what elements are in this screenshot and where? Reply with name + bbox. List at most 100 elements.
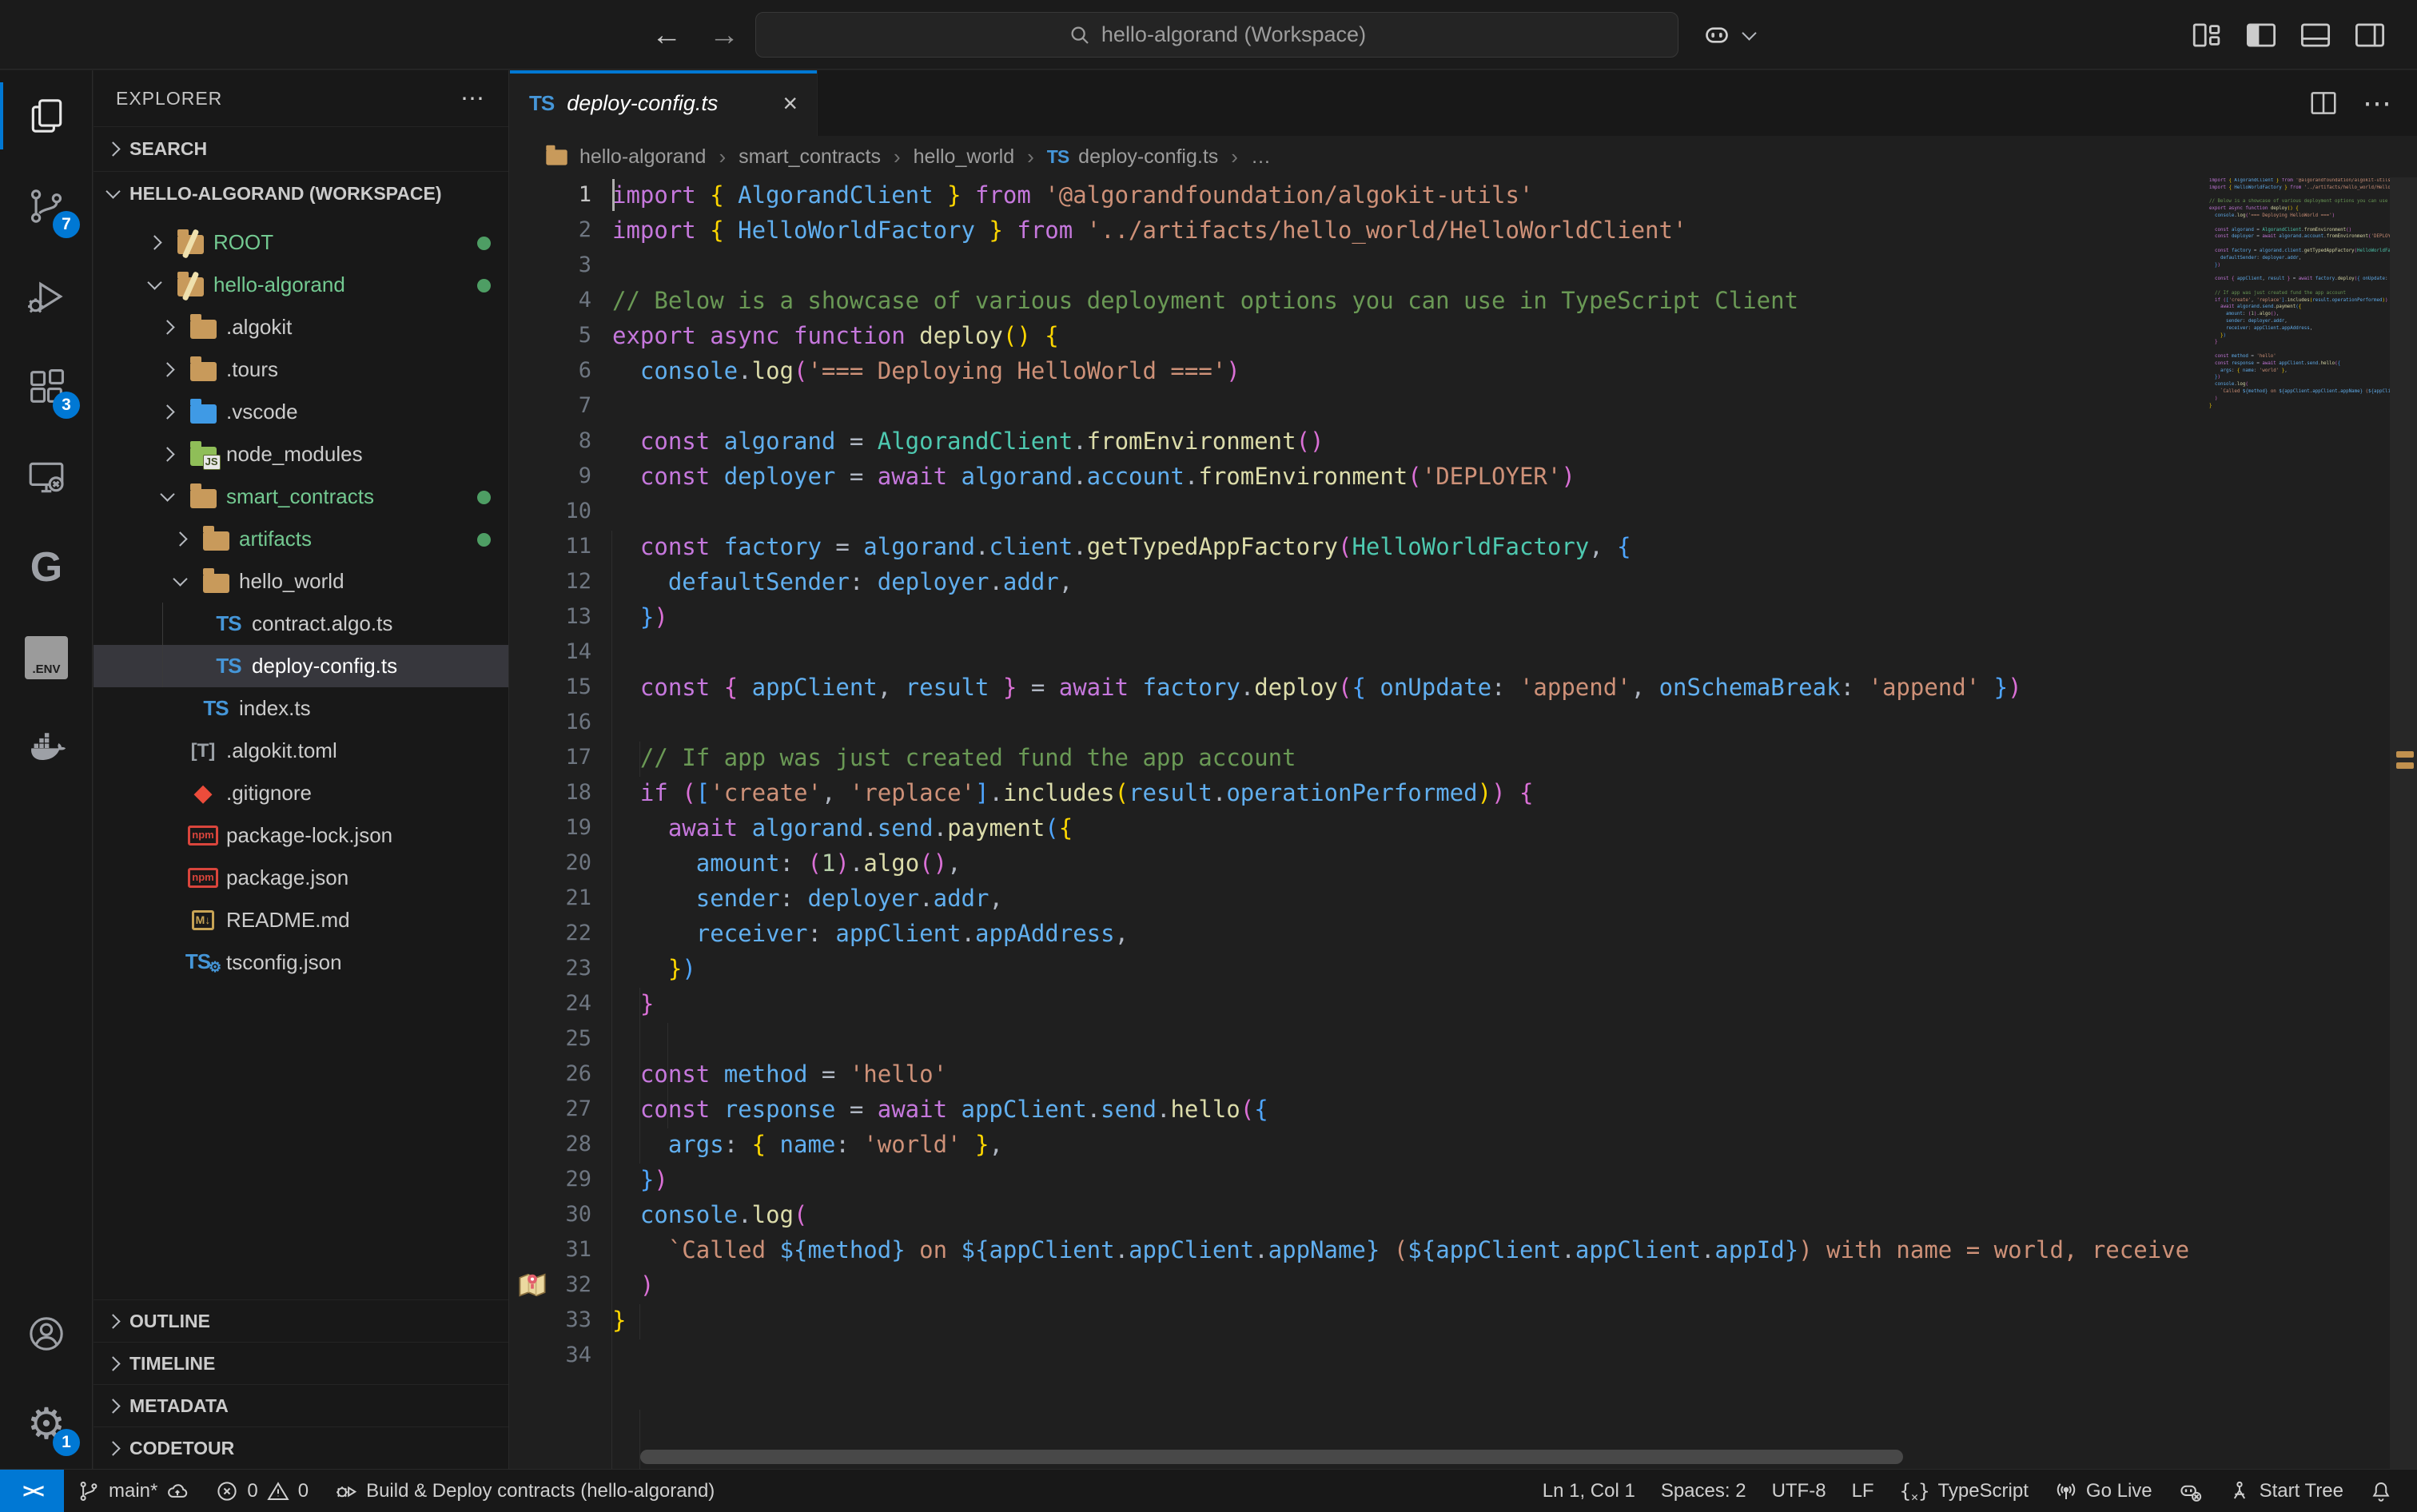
code-line-9: const deployer = await algorand.account.… [2209,233,2390,241]
vertical-scrollbar[interactable] [2390,177,2417,1469]
split-editor-icon[interactable] [2308,88,2339,118]
forward-button[interactable]: → [709,20,739,50]
tab-deploy-config[interactable]: TS deploy-config.ts × [510,70,818,136]
breadcrumb-item[interactable]: smart_contracts [739,145,881,169]
tree-item-hello-algorand[interactable]: hello-algorand [94,264,508,306]
activity-settings[interactable]: ⚙1 [0,1379,93,1469]
code-line-16 [2209,283,2390,290]
section-outline[interactable]: OUTLINE [94,1299,508,1342]
section-timeline[interactable]: TIMELINE [94,1342,508,1384]
status-remote[interactable]: >< [0,1470,64,1512]
code-line-7 [612,388,2210,424]
toml-file-icon: [T] [191,740,216,762]
status-eol[interactable]: LF [1839,1470,1887,1512]
tree-item-node_modules[interactable]: JSnode_modules [94,433,508,475]
status-branch[interactable]: main* [64,1470,202,1512]
code-area[interactable]: 1234567891011121314151617181920212223242… [510,177,2417,1469]
activity-docker[interactable] [0,702,93,793]
status-notifications[interactable] [2356,1470,2406,1512]
tree-item-ROOT[interactable]: ROOT [94,221,508,264]
tree-item-tsconfig.json[interactable]: TS⚙tsconfig.json [94,941,508,984]
activity-dotenv[interactable]: .ENV [0,612,93,702]
breadcrumb-item[interactable]: TSdeploy-config.ts [1047,145,1219,169]
status-cursor-position[interactable]: Ln 1, Col 1 [1530,1470,1648,1512]
folder-icon [203,574,229,593]
tree-item-artifacts[interactable]: artifacts [94,518,508,560]
activity-source-control[interactable]: 7 [0,161,93,251]
code-line-21: sender: deployer.addr, [2209,318,2390,325]
toggle-panel-icon[interactable] [2299,18,2332,52]
tree-item-package-lock.json[interactable]: npmpackage-lock.json [94,814,508,857]
root-folder-icon [177,277,204,296]
section-search[interactable]: SEARCH [94,126,508,172]
copilot-menu-button[interactable] [1701,14,1754,56]
status-start-tree[interactable]: Start Tree [2215,1470,2356,1512]
status-go-live[interactable]: Go Live [2041,1470,2165,1512]
section-metadata[interactable]: METADATA [94,1384,508,1426]
tree-item-index.ts[interactable]: TSindex.ts [94,687,508,730]
tree-item-label: artifacts [239,527,312,551]
tree-item-contract.algo.ts[interactable]: TScontract.algo.ts [94,603,508,645]
line-number: 31 [510,1232,612,1267]
tree-item-README.md[interactable]: M↓README.md [94,899,508,941]
codetour-map-marker-icon[interactable] [515,1267,550,1303]
code-line-29: }) [2209,374,2390,381]
toggle-primary-sidebar-icon[interactable] [2244,18,2278,52]
tree-item-.vscode[interactable]: .vscode [94,391,508,433]
code-line-11: const factory = algorand.client.getTyped… [612,529,2210,564]
tree-item-smart_contracts[interactable]: smart_contracts [94,475,508,518]
section-codetour[interactable]: CODETOUR [94,1426,508,1469]
chevron-right-icon [106,1356,120,1371]
tree-item-deploy-config.ts[interactable]: TSdeploy-config.ts [94,645,508,687]
code-line-2: import { HelloWorldFactory } from '../ar… [2209,185,2390,192]
status-copilot[interactable] [2165,1470,2215,1512]
command-center-search[interactable]: hello-algorand (Workspace) [755,12,1678,58]
tree-indent-guide [162,603,163,687]
breadcrumb-item[interactable]: hello_world [914,145,1014,169]
minimap[interactable]: import { AlgorandClient } from '@algoran… [2209,177,2390,1469]
activity-run-debug[interactable] [0,251,93,341]
tree-item-.gitignore[interactable]: ◆.gitignore [94,772,508,814]
code-line-5: export async function deploy() { [612,318,2210,353]
customize-layout-icon[interactable] [2190,18,2224,52]
status-encoding[interactable]: UTF-8 [1759,1470,1839,1512]
sidebar-more-actions[interactable]: ⋯ [460,85,486,113]
tree-item-hello_world[interactable]: hello_world [94,560,508,603]
tab-bar: TS deploy-config.ts × ⋯ [510,70,2417,136]
tree-item-package.json[interactable]: npmpackage.json [94,857,508,899]
section-label: TIMELINE [129,1353,215,1375]
close-tab-icon[interactable]: × [782,90,798,116]
horizontal-scrollbar[interactable] [640,1450,1903,1464]
code-line-15: const { appClient, result } = await fact… [612,670,2210,705]
back-button[interactable]: ← [651,20,682,50]
line-number: 17 [510,740,612,775]
section-label: CODETOUR [129,1438,234,1459]
workspace-header[interactable]: HELLO-ALGORAND (WORKSPACE) [94,172,508,216]
chevron-down-icon [106,184,120,198]
sidebar-title: EXPLORER [116,88,222,109]
status-indentation[interactable]: Spaces: 2 [1648,1470,1759,1512]
tree-item-.tours[interactable]: .tours [94,348,508,391]
breadcrumb-item[interactable]: … [1251,145,1271,169]
tree-item-.algokit[interactable]: .algokit [94,306,508,348]
activity-gitlens[interactable]: G [0,522,93,612]
overview-ruler-marker [2396,751,2414,758]
activity-accounts[interactable] [0,1288,93,1379]
code-line-23: }) [2209,332,2390,340]
code-line-31: `Called ${method} on ${appClient.appClie… [2209,388,2390,396]
code-content[interactable]: import { AlgorandClient } from '@algoran… [612,177,2210,1373]
more-actions-icon[interactable]: ⋯ [2363,86,2393,120]
activity-extensions[interactable]: 3 [0,341,93,432]
code-line-3 [612,248,2210,283]
status-problems[interactable]: 00 [202,1470,321,1512]
breadcrumb-item[interactable]: hello-algorand [544,145,706,169]
typescript-file-icon: TS [216,611,241,636]
tree-item-.algokit.toml[interactable]: [T].algokit.toml [94,730,508,772]
toggle-secondary-sidebar-icon[interactable] [2353,18,2387,52]
status-task[interactable]: Build & Deploy contracts (hello-algorand… [321,1470,727,1512]
tree-item-label: .tours [226,357,278,382]
activity-remote-explorer[interactable] [0,432,93,522]
activity-explorer[interactable] [0,70,93,161]
code-line-23: }) [612,951,2210,986]
status-language[interactable]: {✕}TypeScript [1887,1470,2041,1512]
